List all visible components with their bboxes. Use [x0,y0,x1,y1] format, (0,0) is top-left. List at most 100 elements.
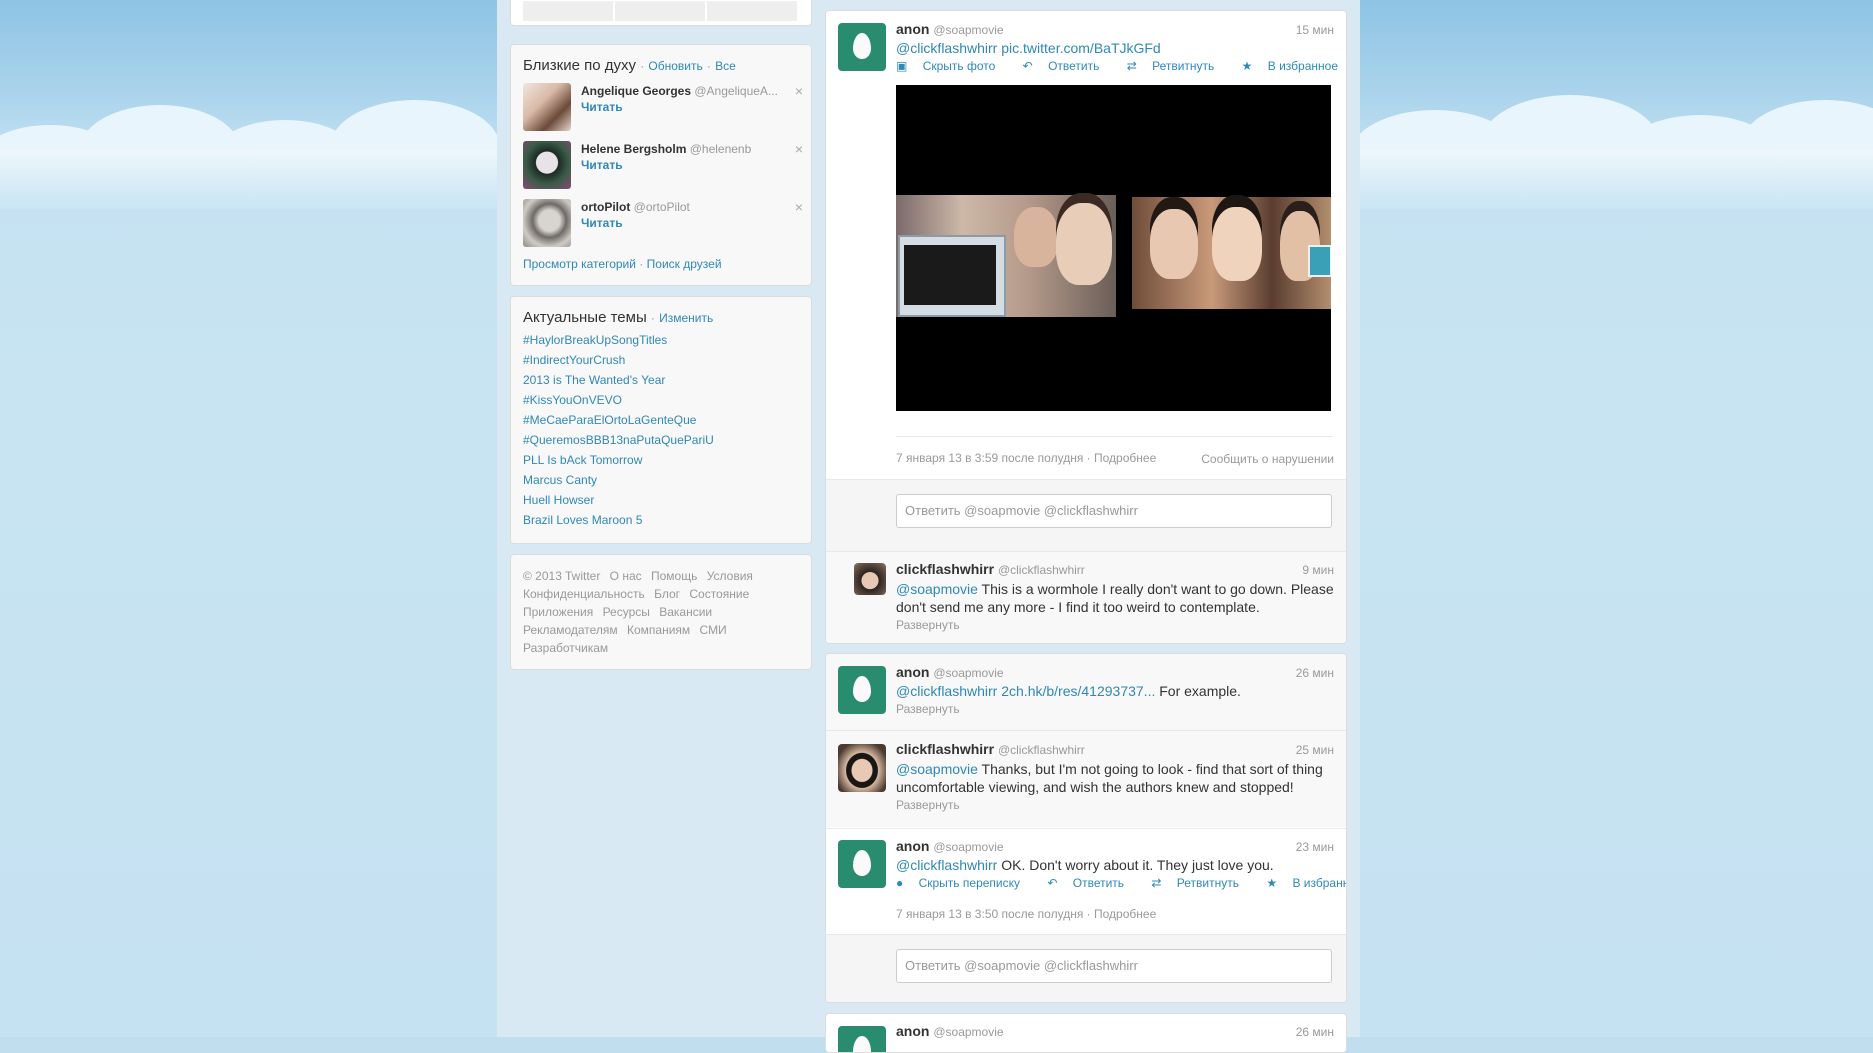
expand-link[interactable]: Развернуть [896,702,960,716]
url-link[interactable]: 2ch.hk/b/res/41293737... [1001,683,1155,699]
footer-link-jobs[interactable]: Вакансии [659,605,712,619]
stat-cell[interactable] [523,1,614,21]
stat-cell[interactable] [707,1,798,21]
avatar[interactable] [838,744,886,792]
footer-link-terms[interactable]: Условия [707,569,753,583]
expand-link[interactable]: Развернуть [896,798,960,812]
retweet-action[interactable]: ⇄ Ретвитнуть [1151,876,1251,890]
suggestion-item: Angelique Georges @AngeliqueA... Читать … [523,83,803,133]
footer-link-help[interactable]: Помощь [651,569,697,583]
favorite-action[interactable]: ★ В избранное [1266,876,1346,890]
avatar[interactable] [523,199,571,247]
avatar[interactable] [854,563,886,595]
mention-link[interactable]: @clickflashwhirr [896,683,997,699]
trend-item[interactable]: #MeCaeParaElOrtoLaGenteQue [523,413,696,427]
photo-face [1056,203,1112,285]
suggestion-item: Helene Bergsholm @helenenb Читать × [523,141,803,191]
panel-title: Актуальные темы · Изменить [523,309,799,326]
tweet-author[interactable]: anon @soapmovie [896,838,1004,854]
inline-reply-area: Ответить @soapmovie @clickflashwhirr [826,479,1346,552]
footer-link-advertisers[interactable]: Рекламодателям [523,623,618,637]
suggestion-name[interactable]: Helene Bergsholm @helenenb [581,142,751,156]
avatar[interactable] [838,840,886,888]
reply-input[interactable]: Ответить @soapmovie @clickflashwhirr [896,949,1332,983]
suggestion-name[interactable]: Angelique Georges @AngeliqueA... [581,84,778,98]
reply-input[interactable]: Ответить @soapmovie @clickflashwhirr [896,494,1332,528]
close-icon[interactable]: × [795,83,803,99]
view-all-link[interactable]: Все [715,59,736,73]
trend-item[interactable]: 2013 is The Wanted's Year [523,373,665,387]
tweet-timestamp[interactable]: 26 мин [1296,666,1334,680]
inline-reply-area: Ответить @soapmovie @clickflashwhirr [826,934,1346,1002]
details-link[interactable]: Подробнее [1094,907,1156,921]
tweet-author[interactable]: clickflashwhirr @clickflashwhirr [896,741,1085,757]
refresh-link[interactable]: Обновить [648,59,702,73]
trend-item[interactable]: #QueremosBBB13naPutaQuePariU [523,433,714,447]
tweet-timestamp[interactable]: 15 мин [1296,23,1334,37]
trend-item[interactable]: #IndirectYourCrush [523,353,625,367]
divider [896,436,1332,437]
follow-button[interactable]: Читать [581,216,623,230]
photo-face [1212,207,1262,281]
footer-link-status[interactable]: Состояние [689,587,749,601]
photo-link[interactable]: pic.twitter.com/BaTJkGFd [1001,40,1160,56]
footer-link-developers[interactable]: Разработчикам [523,641,608,655]
trend-item[interactable]: PLL Is bAck Tomorrow [523,453,642,467]
separator: · [1086,451,1091,465]
avatar[interactable] [838,1026,886,1052]
footer-link-businesses[interactable]: Компаниям [627,623,690,637]
avatar[interactable] [523,141,571,189]
trend-item[interactable]: Marcus Canty [523,473,597,487]
tweet-author[interactable]: anon @soapmovie [896,21,1004,37]
tweet-author[interactable]: clickflashwhirr @clickflashwhirr [896,561,1085,577]
reply-icon: ↶ [1022,59,1033,73]
photo-panel [904,245,996,305]
footer-link-blog[interactable]: Блог [654,587,680,601]
reply-action[interactable]: ↶ Ответить [1023,59,1112,73]
avatar[interactable] [523,83,571,131]
follow-button[interactable]: Читать [581,100,623,114]
close-icon[interactable]: × [795,199,803,215]
dashboard-profile-stats [510,0,812,26]
trend-item[interactable]: Huell Howser [523,493,594,507]
tweet-author[interactable]: anon @soapmovie [896,664,1004,680]
footer-link-privacy[interactable]: Конфиденциальность [523,587,645,601]
hide-photo-action[interactable]: ▣ Скрыть фото [896,59,1007,73]
reply-action[interactable]: ↶ Ответить [1047,876,1136,890]
favorite-action[interactable]: ★ В избранное [1242,59,1346,73]
change-trends-link[interactable]: Изменить [659,311,713,325]
footer-link-media[interactable]: СМИ [700,623,727,637]
mention-link[interactable]: @clickflashwhirr [896,857,997,873]
trend-item[interactable]: #HaylorBreakUpSongTitles [523,333,667,347]
mention-link[interactable]: @soapmovie [896,761,978,777]
footer-link-resources[interactable]: Ресурсы [603,605,650,619]
mention-link[interactable]: @soapmovie [896,581,978,597]
tweet-date-text[interactable]: 7 января 13 в 3:50 после полудня [896,907,1083,921]
expand-link[interactable]: Развернуть [896,618,960,632]
tweet-timestamp[interactable]: 23 мин [1296,840,1334,854]
trends-panel: Актуальные темы · Изменить #HaylorBreakU… [510,296,812,544]
follow-button[interactable]: Читать [581,158,623,172]
report-link[interactable]: Сообщить о нарушении [1201,452,1334,466]
avatar[interactable] [838,23,886,71]
mention-link[interactable]: @clickflashwhirr [896,40,997,56]
conversation-card: anon @soapmovie 15 мин @clickflashwhirr … [825,10,1347,644]
footer-link-about[interactable]: О нас [610,569,642,583]
trend-item[interactable]: Brazil Loves Maroon 5 [523,513,642,527]
trend-item[interactable]: #KissYouOnVEVO [523,393,622,407]
tweet-timestamp[interactable]: 25 мин [1296,743,1334,757]
stat-cell[interactable] [615,1,706,21]
hide-conversation-action[interactable]: ● Скрыть переписку [896,876,1032,890]
find-friends-link[interactable]: Поиск друзей [647,257,722,271]
footer-link-apps[interactable]: Приложения [523,605,593,619]
retweet-action[interactable]: ⇄ Ретвитнуть [1127,59,1227,73]
close-icon[interactable]: × [795,141,803,157]
tweet-timestamp[interactable]: 9 мин [1302,563,1334,577]
tweet-photo[interactable] [896,85,1331,411]
separator: · [640,59,645,73]
details-link[interactable]: Подробнее [1094,451,1156,465]
suggestion-name[interactable]: ortoPilot @ortoPilot [581,200,690,214]
tweet-date-text[interactable]: 7 января 13 в 3:59 после полудня [896,451,1083,465]
browse-categories-link[interactable]: Просмотр категорий [523,257,636,271]
avatar[interactable] [838,666,886,714]
